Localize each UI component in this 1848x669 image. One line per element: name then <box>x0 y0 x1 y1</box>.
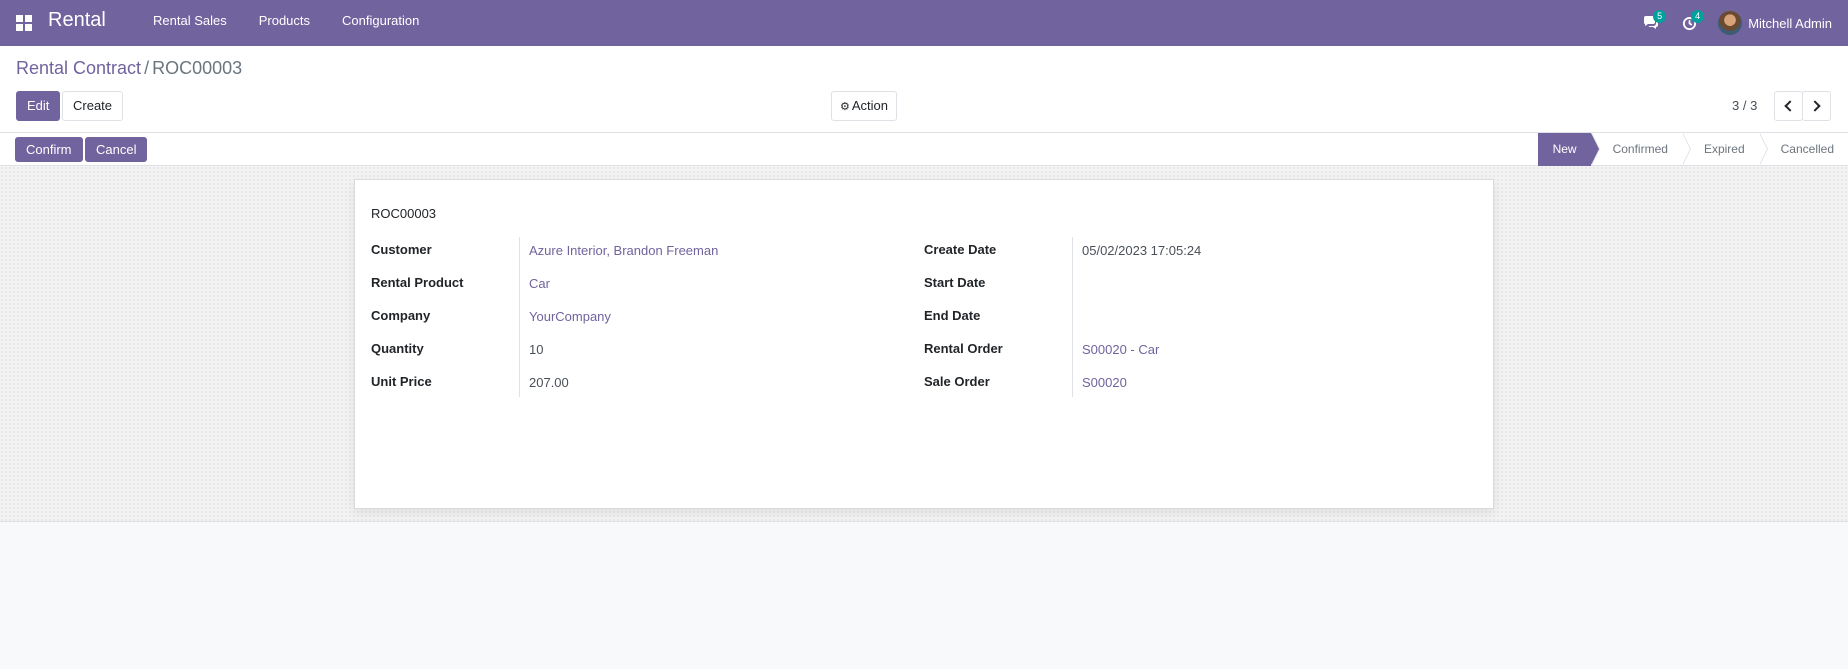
field-rental-product: Rental Product Car <box>371 267 923 300</box>
create-date-value: 05/02/2023 17:05:24 <box>1082 243 1202 258</box>
edit-button[interactable]: Edit <box>16 91 61 121</box>
field-rental-order: Rental Order S00020 - Car <box>924 333 1476 366</box>
chevron-right-icon <box>1809 100 1821 112</box>
field-quantity: Quantity 10 <box>371 333 923 366</box>
form-sheet: ROC00003 Customer Azure Interior, Brando… <box>354 179 1494 509</box>
field-create-date: Create Date 05/02/2023 17:05:24 <box>924 234 1476 267</box>
menu-configuration[interactable]: Configuration <box>326 0 435 46</box>
status-stages: New Confirmed Expired Cancelled <box>1537 133 1848 166</box>
menu-rental-sales[interactable]: Rental Sales <box>137 0 243 46</box>
field-label: Rental Order <box>924 341 1003 356</box>
stage-new[interactable]: New <box>1537 133 1600 166</box>
breadcrumb-current: ROC00003 <box>152 58 243 78</box>
field-end-date: End Date <box>924 300 1476 333</box>
sale-order-link[interactable]: S00020 <box>1082 375 1127 390</box>
top-menu: Rental Sales Products Configuration <box>137 0 435 46</box>
pager-value[interactable]: 3 / 3 <box>1732 98 1757 113</box>
activities-count-badge: 4 <box>1691 10 1705 23</box>
field-customer: Customer Azure Interior, Brandon Freeman <box>371 234 923 267</box>
rental-product-link[interactable]: Car <box>529 276 550 291</box>
unit-price-value: 207.00 <box>529 375 569 390</box>
activities-button[interactable]: 4 <box>1670 0 1708 46</box>
field-start-date: Start Date <box>924 267 1476 300</box>
field-label: Unit Price <box>371 374 432 389</box>
create-button[interactable]: Create <box>62 91 124 121</box>
confirm-button[interactable]: Confirm <box>15 137 83 162</box>
messages-button[interactable]: 5 <box>1632 0 1670 46</box>
breadcrumb-parent-link[interactable]: Rental Contract <box>16 58 141 78</box>
field-company: Company YourCompany <box>371 300 923 333</box>
action-button[interactable]: ⚙ Action <box>831 91 898 121</box>
gear-icon: ⚙ <box>840 101 850 113</box>
field-label: Company <box>371 308 431 323</box>
app-title[interactable]: Rental <box>48 9 106 32</box>
left-field-group: Customer Azure Interior, Brandon Freeman… <box>371 234 923 399</box>
right-field-group: Create Date 05/02/2023 17:05:24 Start Da… <box>924 234 1476 399</box>
rental-order-link[interactable]: S00020 - Car <box>1082 342 1159 357</box>
user-menu[interactable]: Mitchell Admin <box>1718 0 1832 46</box>
field-unit-price: Unit Price 207.00 <box>371 366 923 399</box>
company-link[interactable]: YourCompany <box>529 309 611 324</box>
field-label: Start Date <box>924 275 986 290</box>
main-navbar: Rental Rental Sales Products Configurati… <box>0 0 1848 46</box>
avatar <box>1718 11 1743 35</box>
pager-previous-button[interactable] <box>1774 91 1803 121</box>
stage-cancelled[interactable]: Cancelled <box>1759 133 1848 166</box>
user-name: Mitchell Admin <box>1748 15 1832 31</box>
field-label: Quantity <box>371 341 424 356</box>
field-label: Rental Product <box>371 275 464 290</box>
systray: 5 4 Mitchell Admin <box>1632 0 1832 46</box>
stage-expired[interactable]: Expired <box>1682 133 1768 166</box>
customer-link[interactable]: Azure Interior, Brandon Freeman <box>529 243 718 258</box>
field-label: End Date <box>924 308 981 323</box>
record-name: ROC00003 <box>371 206 437 221</box>
breadcrumb-separator: / <box>144 58 150 78</box>
field-sale-order: Sale Order S00020 <box>924 366 1476 399</box>
control-panel: Rental Contract / ROC00003 Edit Create ⚙ Ac… <box>0 46 1848 132</box>
menu-products[interactable]: Products <box>243 0 326 46</box>
quantity-value: 10 <box>529 342 544 357</box>
field-label: Create Date <box>924 242 997 257</box>
field-label: Sale Order <box>924 374 990 389</box>
chevron-left-icon <box>1784 100 1796 112</box>
cancel-button[interactable]: Cancel <box>85 137 148 162</box>
stage-confirmed[interactable]: Confirmed <box>1591 133 1692 166</box>
pager-next-button[interactable] <box>1802 91 1831 121</box>
messages-count-badge: 5 <box>1653 10 1667 23</box>
action-button-label: Action <box>851 98 889 113</box>
form-statusbar: Confirm Cancel New Confirmed Expired Can… <box>0 132 1848 166</box>
field-label: Customer <box>371 242 432 257</box>
breadcrumb: Rental Contract / ROC00003 <box>16 58 242 79</box>
apps-grid-icon[interactable] <box>16 15 32 31</box>
